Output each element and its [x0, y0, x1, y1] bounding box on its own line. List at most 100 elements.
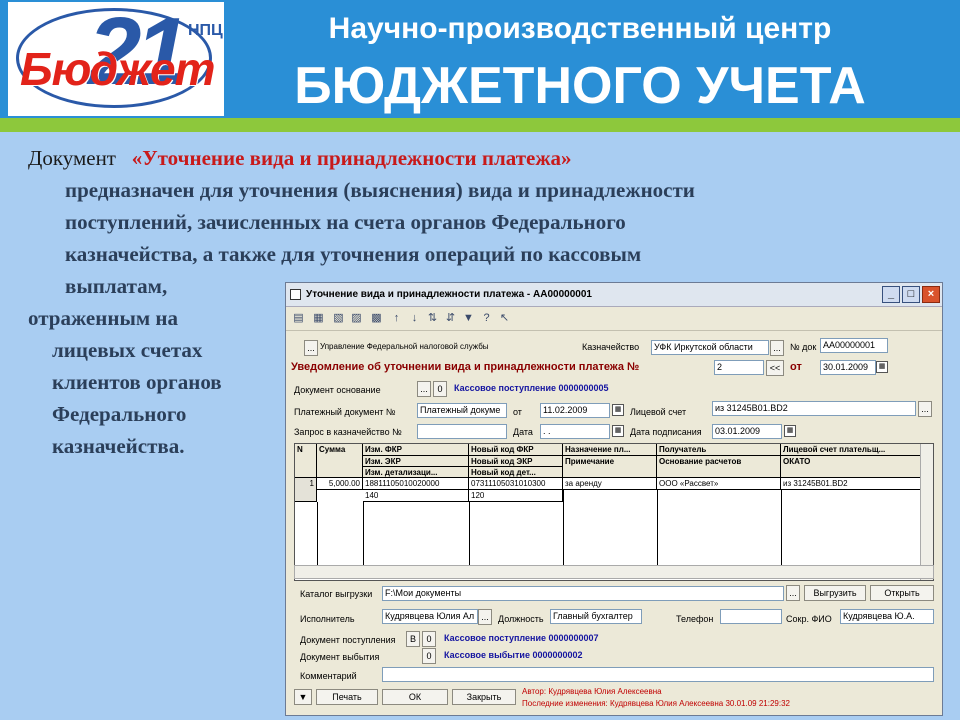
pointer-help-icon[interactable]: ↖ [498, 312, 511, 325]
row-payer-account[interactable]: из 31245В01.ВD2 [781, 478, 921, 490]
ok-button[interactable]: ОК [382, 689, 448, 705]
position-field[interactable]: Главный бухгалтер [550, 609, 642, 624]
row-new-fkr[interactable]: 07311105031010300 [469, 478, 563, 490]
open-button[interactable]: Открыть [870, 585, 934, 601]
phone-field[interactable] [720, 609, 782, 624]
paydoc-date-field[interactable]: 11.02.2009 [540, 403, 610, 418]
grid-line [657, 490, 658, 566]
receipt-value: Кассовое поступление 0000000007 [444, 633, 599, 643]
help-icon[interactable]: ? [480, 312, 493, 325]
col-basis-header: Основание расчетов [657, 456, 781, 478]
payout-label: Документ выбытия [300, 652, 380, 662]
grid-line [317, 502, 318, 566]
date-field[interactable]: . . [540, 424, 610, 439]
edit-icon[interactable]: ▩ [370, 312, 383, 325]
notice-number-field[interactable]: 2 [714, 360, 764, 375]
col-note-header: Примечание [563, 456, 657, 478]
row-number[interactable]: 1 [295, 478, 317, 502]
row-ekr[interactable]: 140 [363, 490, 469, 502]
request-field[interactable] [417, 424, 507, 439]
payout-value: Кассовое выбытие 0000000002 [444, 650, 583, 660]
notice-date-field[interactable]: 30.01.2009 [820, 360, 876, 375]
header-title-line2: БЮДЖЕТНОГО УЧЕТА [294, 57, 866, 115]
request-label: Запрос в казначейство № [294, 427, 402, 437]
row-sum[interactable]: 5,000.00 [317, 478, 363, 490]
org-name: Управление Федеральной налоговой службы [320, 342, 489, 351]
row-payee[interactable]: ООО «Рассвет» [657, 478, 781, 490]
paydoc-field[interactable]: Платежный докуме [417, 403, 507, 418]
basis-clear-button[interactable]: 0 [433, 381, 447, 397]
account-select-button[interactable]: ... [918, 401, 932, 417]
basis-select-button[interactable]: ... [417, 381, 431, 397]
sort-asc-icon[interactable]: ⇅ [426, 312, 439, 325]
sign-date-label: Дата подписания [630, 427, 702, 437]
delete-icon[interactable]: ▨ [350, 312, 363, 325]
minimize-button[interactable]: _ [882, 286, 900, 303]
move-up-icon[interactable]: ↑ [390, 312, 403, 325]
treasury-field[interactable]: УФК Иркутской области [651, 340, 769, 355]
grid-line [781, 490, 782, 566]
phone-label: Телефон [676, 614, 714, 624]
payout-clear-button[interactable]: 0 [422, 648, 436, 664]
grid-line [363, 502, 364, 566]
short-fio-label: Сокр. ФИО [786, 614, 832, 624]
col-new-fkr-header: Новый код ФКР [469, 444, 563, 456]
col-sum-header: Сумма [317, 444, 363, 478]
maximize-button[interactable]: □ [902, 286, 920, 303]
last-change-line: Последние изменения: Кудрявцева Юлия Але… [522, 699, 790, 708]
close-button[interactable]: Закрыть [452, 689, 516, 705]
basis-value: Кассовое поступление 0000000005 [454, 383, 609, 393]
col-ekr-header: Изм. ЭКР [363, 456, 469, 467]
calendar-icon[interactable]: ▦ [612, 425, 624, 437]
unload-button[interactable]: Выгрузить [804, 585, 866, 601]
notice-from-label: от [790, 361, 802, 373]
word-document: Документ [28, 146, 116, 170]
executor-field[interactable]: Кудрявцева Юлия Ал [382, 609, 478, 624]
calendar-icon[interactable]: ▦ [612, 404, 624, 416]
print-button[interactable]: Печать [316, 689, 378, 705]
catalog-field[interactable]: F:\Мои документы [382, 586, 784, 601]
account-field[interactable]: из 31245В01.ВD2 [712, 401, 916, 416]
receipt-clear-button[interactable]: 0 [422, 631, 436, 647]
treasury-select-button[interactable]: ... [770, 340, 784, 356]
table-horizontal-scrollbar[interactable] [294, 565, 934, 579]
executor-select-button[interactable]: ... [478, 609, 492, 625]
close-window-button[interactable]: × [922, 286, 940, 303]
new-icon[interactable]: ▦ [312, 312, 325, 325]
sign-date-field[interactable]: 03.01.2009 [712, 424, 782, 439]
document-name: «Уточнение вида и принадлежности платежа… [131, 146, 572, 170]
row-purpose[interactable]: за аренду [563, 478, 657, 490]
save-icon[interactable]: ▤ [292, 312, 305, 325]
notice-select-button[interactable]: << [766, 360, 784, 376]
calendar-icon[interactable]: ▦ [784, 425, 796, 437]
catalog-browse-button[interactable]: ... [786, 585, 800, 601]
col-okato-header: ОКАТО [781, 456, 921, 478]
table-vertical-scrollbar[interactable] [920, 444, 933, 580]
receipt-label: Документ поступления [300, 635, 396, 645]
executor-label: Исполнитель [300, 614, 355, 624]
calendar-icon[interactable]: ▦ [876, 361, 888, 373]
logo-tag: НПЦ [188, 22, 223, 39]
filter-icon[interactable]: ▼ [462, 312, 475, 325]
col-det-header: Изм. детализаци... [363, 467, 469, 478]
comment-field[interactable] [382, 667, 934, 682]
comment-label: Комментарий [300, 671, 357, 681]
short-fio-field[interactable]: Кудрявцева Ю.А. [840, 609, 934, 624]
window-title: Уточнение вида и принадлежности платежа … [306, 289, 592, 300]
copy-icon[interactable]: ▧ [332, 312, 345, 325]
row-fkr[interactable]: 18811105010020000 [363, 478, 469, 490]
receipt-select-button[interactable]: В [406, 631, 420, 647]
sort-desc-icon[interactable]: ⇵ [444, 312, 457, 325]
move-down-icon[interactable]: ↓ [408, 312, 421, 325]
docnum-label: № док [790, 342, 817, 352]
dropdown-arrow-icon[interactable]: ▼ [294, 689, 312, 705]
text-line-6: отраженным на [28, 306, 178, 330]
row-new-ekr[interactable]: 120 [469, 490, 563, 502]
grid-line [469, 502, 470, 566]
window-titlebar[interactable]: Уточнение вида и принадлежности платежа … [286, 283, 942, 307]
account-label: Лицевой счет [630, 407, 687, 417]
window-icon [290, 289, 301, 300]
org-select-button[interactable]: ... [304, 340, 318, 356]
col-purpose-header: Назначение пл... [563, 444, 657, 456]
docnum-field[interactable]: АА00000001 [820, 338, 888, 353]
